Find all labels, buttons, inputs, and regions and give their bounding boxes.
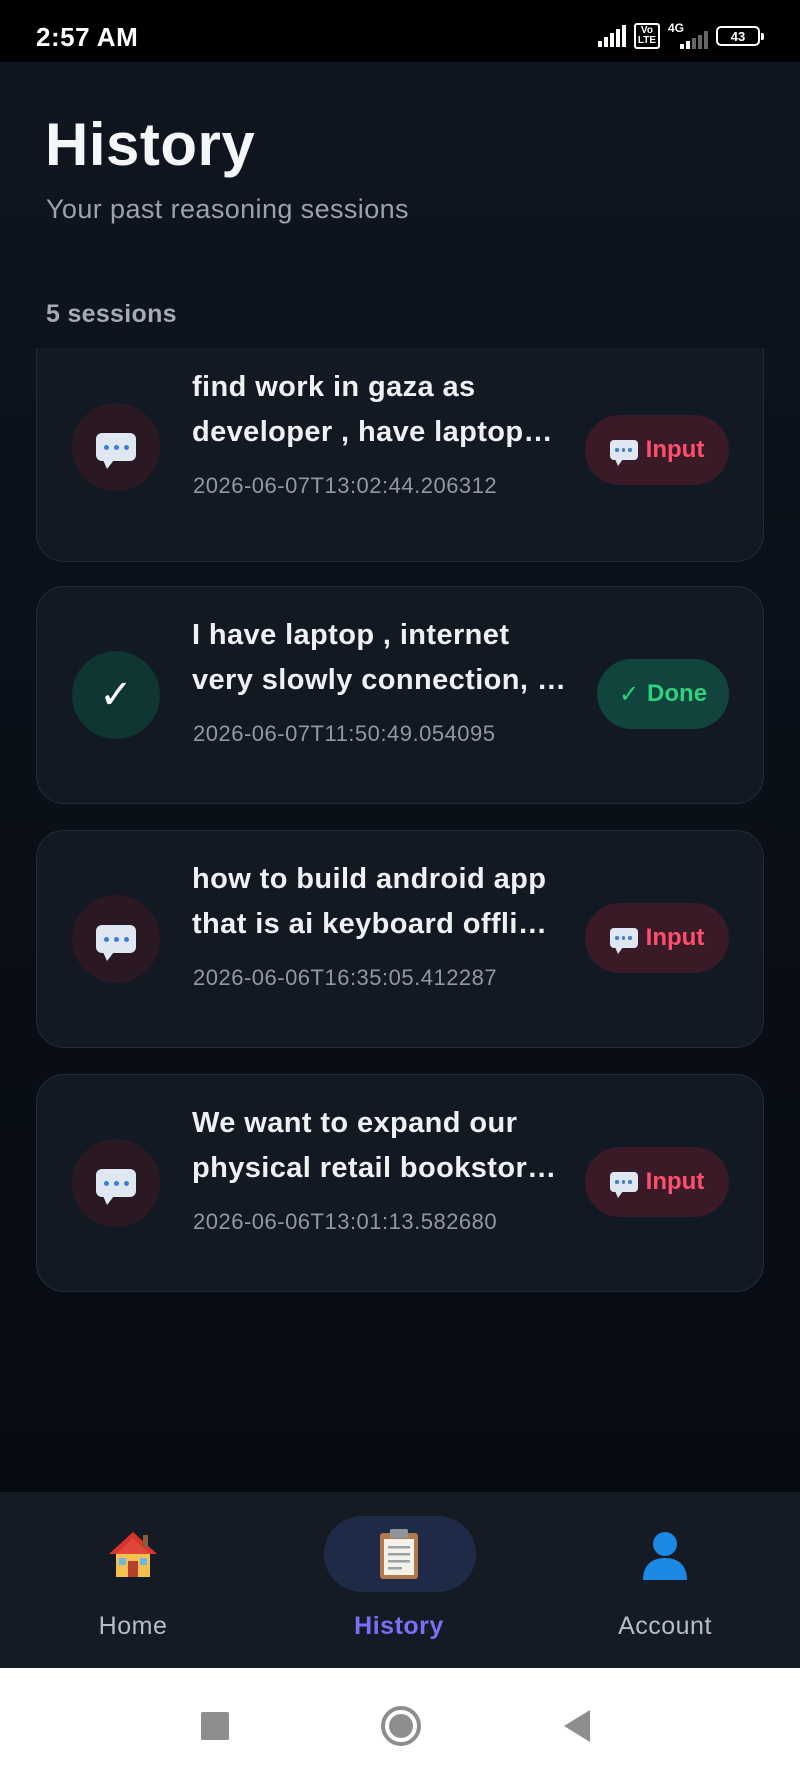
session-count: 5 sessions bbox=[46, 300, 177, 328]
volte-icon: Vo LTE bbox=[633, 23, 660, 49]
session-title: We want to expand our physical retail bo… bbox=[192, 1107, 557, 1184]
status-badge-label: Input bbox=[645, 1168, 705, 1195]
house-icon bbox=[109, 1532, 157, 1577]
status-badge-label: Input bbox=[645, 924, 705, 951]
session-card[interactable]: We want to expand our physical retail bo… bbox=[36, 1074, 764, 1292]
nav-item-history[interactable]: History bbox=[266, 1492, 532, 1668]
session-status-avatar bbox=[72, 1139, 160, 1227]
session-timestamp: 2026-06-06T16:35:05.412287 bbox=[193, 965, 498, 990]
session-timestamp: 2026-06-06T13:01:13.582680 bbox=[193, 1209, 498, 1234]
session-card[interactable]: how to build android app that is ai keyb… bbox=[36, 830, 764, 1048]
page-subtitle: Your past reasoning sessions bbox=[46, 194, 409, 224]
battery-icon: 43 bbox=[716, 26, 764, 46]
person-icon bbox=[643, 1532, 687, 1580]
status-time: 2:57 AM bbox=[36, 22, 139, 52]
session-title: find work in gaza as developer , have la… bbox=[192, 371, 553, 448]
system-navigation-bar bbox=[0, 1668, 800, 1778]
session-card[interactable]: ✓ I have laptop , internet very slowly c… bbox=[36, 586, 764, 804]
clipboard-icon bbox=[380, 1529, 418, 1579]
chat-bubble-icon bbox=[96, 433, 136, 469]
history-screen: History Your past reasoning sessions 5 s… bbox=[0, 62, 800, 1492]
recents-button[interactable] bbox=[201, 1712, 229, 1740]
status-badge-input: Input bbox=[585, 903, 729, 973]
status-badge-input: Input bbox=[585, 1147, 729, 1217]
session-title: how to build android app that is ai keyb… bbox=[192, 863, 548, 940]
session-status-avatar: ✓ bbox=[72, 651, 160, 739]
nav-label-account: Account bbox=[618, 1612, 712, 1640]
session-timestamp: 2026-06-07T11:50:49.054095 bbox=[193, 721, 496, 746]
session-timestamp: 2026-06-07T13:02:44.206312 bbox=[193, 473, 498, 498]
status-badge-input: Input bbox=[585, 415, 729, 485]
nav-label-history: History bbox=[354, 1612, 444, 1640]
signal-strength-icon bbox=[597, 25, 626, 47]
status-badge-label: Done bbox=[647, 680, 708, 707]
page-title: History bbox=[45, 111, 256, 178]
status-icons: Vo LTE 4G 43 bbox=[597, 21, 764, 50]
chat-bubble-icon bbox=[96, 925, 136, 961]
battery-level: 43 bbox=[730, 28, 746, 44]
chat-bubble-icon bbox=[609, 1172, 638, 1198]
nav-item-home[interactable]: Home bbox=[0, 1492, 266, 1668]
session-status-avatar bbox=[72, 895, 160, 983]
mobile-data-icon: 4G bbox=[668, 21, 708, 49]
home-button[interactable] bbox=[381, 1706, 421, 1746]
status-bar: 2:57 AM Vo LTE 4G 43 bbox=[0, 0, 800, 62]
chat-bubble-icon bbox=[609, 440, 638, 466]
nav-label-home: Home bbox=[98, 1612, 168, 1640]
bottom-navigation: Home History Account bbox=[0, 1492, 800, 1668]
status-badge-done: ✓ Done bbox=[597, 659, 729, 729]
chat-bubble-icon bbox=[96, 1169, 136, 1205]
back-button[interactable] bbox=[564, 1710, 590, 1742]
check-icon: ✓ bbox=[618, 680, 640, 708]
session-status-avatar bbox=[72, 403, 160, 491]
nav-item-account[interactable]: Account bbox=[532, 1492, 798, 1668]
screen: 2:57 AM Vo LTE 4G 43 History Your past r… bbox=[0, 0, 800, 1778]
status-badge-label: Input bbox=[645, 436, 705, 463]
session-card[interactable]: find work in gaza as developer , have la… bbox=[36, 348, 764, 562]
chat-bubble-icon bbox=[609, 928, 638, 954]
session-title: I have laptop , internet very slowly con… bbox=[192, 619, 567, 696]
check-icon: ✓ bbox=[99, 673, 133, 717]
